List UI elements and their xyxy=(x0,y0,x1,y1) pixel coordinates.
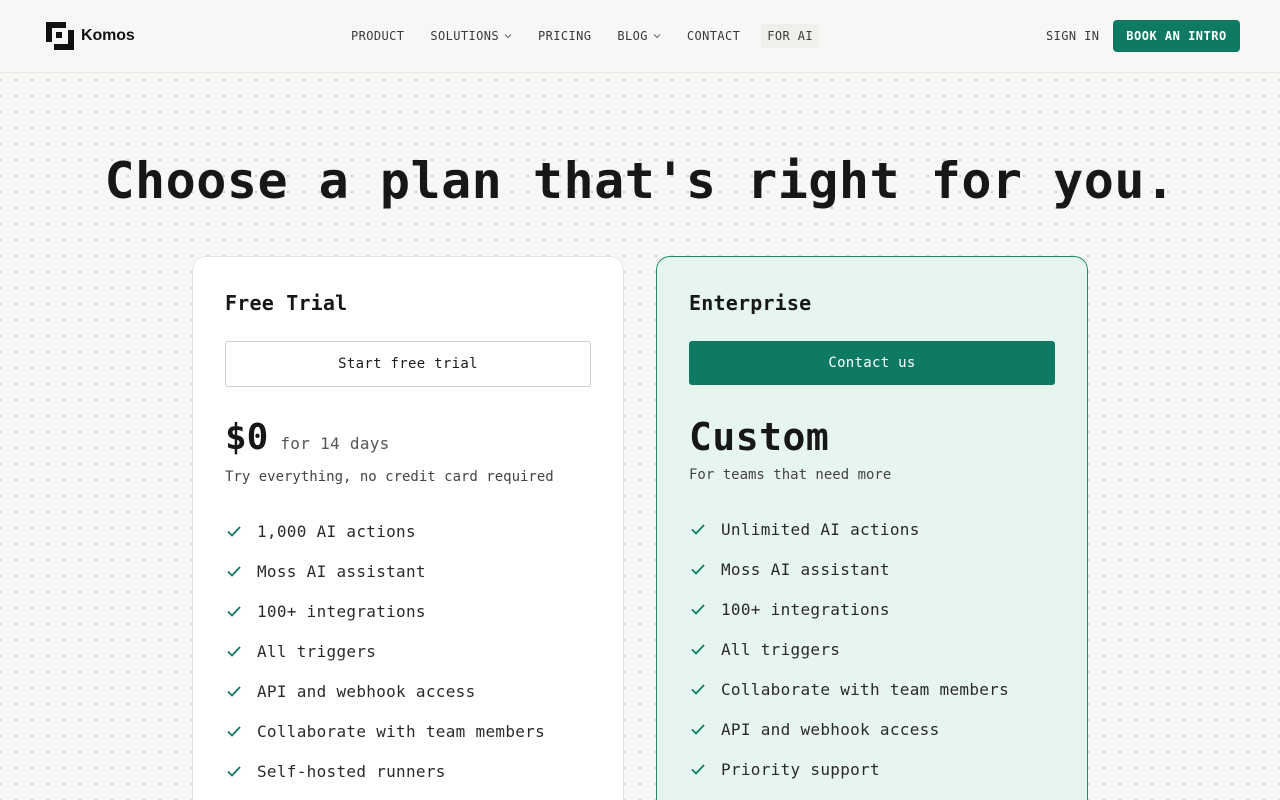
nav-item-for-ai[interactable]: FOR AI xyxy=(761,24,819,48)
site-header: Komos PRODUCT SOLUTIONS PRICING BLOG CON… xyxy=(0,0,1280,73)
feature-item: Collaborate with team members xyxy=(225,711,545,751)
check-icon xyxy=(691,604,705,615)
check-icon xyxy=(691,564,705,575)
page-title: Choose a plan that's right for you. xyxy=(104,152,1176,210)
nav-label: PRODUCT xyxy=(351,29,405,43)
feature-label: 1,000 AI actions xyxy=(257,521,416,541)
check-icon xyxy=(227,766,241,777)
book-intro-button[interactable]: BOOK AN INTRO xyxy=(1113,20,1240,52)
nav-item-solutions[interactable]: SOLUTIONS xyxy=(417,24,525,48)
check-icon xyxy=(691,724,705,735)
feature-label: Self-hosted runners xyxy=(257,761,446,781)
feature-label: Collaborate with team members xyxy=(721,679,1010,699)
plan-price: $0 xyxy=(225,417,269,458)
nav-label: SOLUTIONS xyxy=(430,29,499,43)
feature-label: All triggers xyxy=(721,639,841,659)
price-row: $0 for 14 days xyxy=(225,417,390,458)
check-icon xyxy=(691,684,705,695)
brand-name: Komos xyxy=(81,27,135,44)
feature-item: Collaborate with team members xyxy=(689,669,1009,709)
nav-item-product[interactable]: PRODUCT xyxy=(338,24,417,48)
feature-item: 1,000 AI actions xyxy=(225,511,545,551)
feature-item: Moss AI assistant xyxy=(225,551,545,591)
chevron-down-icon xyxy=(653,34,661,39)
nav-label: BLOG xyxy=(617,29,648,43)
chevron-down-icon xyxy=(504,34,512,39)
check-icon xyxy=(227,726,241,737)
main-nav: PRODUCT SOLUTIONS PRICING BLOG CONTACT F… xyxy=(338,24,819,48)
check-icon xyxy=(227,686,241,697)
check-icon xyxy=(227,566,241,577)
feature-item: API and webhook access xyxy=(225,671,545,711)
nav-label: FOR AI xyxy=(767,29,813,43)
feature-label: Moss AI assistant xyxy=(257,561,426,581)
check-icon xyxy=(691,644,705,655)
nav-item-pricing[interactable]: PRICING xyxy=(525,24,604,48)
feature-item: Self-hosted runners xyxy=(225,751,545,791)
brand-logo[interactable]: Komos xyxy=(46,22,135,50)
feature-label: API and webhook access xyxy=(721,719,940,739)
start-free-trial-button[interactable]: Start free trial xyxy=(225,341,591,387)
feature-label: 100+ integrations xyxy=(721,599,890,619)
feature-label: Moss AI assistant xyxy=(721,559,890,579)
feature-label: Priority support xyxy=(721,759,880,779)
contact-us-button[interactable]: Contact us xyxy=(689,341,1055,385)
plan-price: Custom xyxy=(689,415,830,459)
feature-label: 100+ integrations xyxy=(257,601,426,621)
plan-card-free-trial: Free Trial Start free trial $0 for 14 da… xyxy=(192,256,624,800)
feature-list: 1,000 AI actions Moss AI assistant 100+ … xyxy=(225,511,545,791)
plan-name: Free Trial xyxy=(225,291,348,315)
feature-label: All triggers xyxy=(257,641,377,661)
check-icon xyxy=(227,606,241,617)
nav-item-contact[interactable]: CONTACT xyxy=(674,24,753,48)
plan-description: Try everything, no credit card required xyxy=(225,469,554,485)
check-icon xyxy=(227,526,241,537)
plan-description: For teams that need more xyxy=(689,467,892,483)
feature-label: Collaborate with team members xyxy=(257,721,546,741)
nav-item-blog[interactable]: BLOG xyxy=(604,24,674,48)
feature-item: Moss AI assistant xyxy=(689,549,1009,589)
check-icon xyxy=(691,764,705,775)
feature-item: API and webhook access xyxy=(689,709,1009,749)
plan-name: Enterprise xyxy=(689,291,812,315)
nav-label: CONTACT xyxy=(686,29,741,43)
check-icon xyxy=(691,524,705,535)
feature-item: All triggers xyxy=(689,629,1009,669)
plan-card-enterprise: Enterprise Contact us Custom For teams t… xyxy=(656,256,1088,800)
price-period: for 14 days xyxy=(280,434,390,453)
feature-item: Unlimited AI actions xyxy=(689,509,1009,549)
feature-list: Unlimited AI actions Moss AI assistant 1… xyxy=(689,509,1009,789)
feature-label: Unlimited AI actions xyxy=(721,519,920,539)
feature-item: Priority support xyxy=(689,749,1009,789)
feature-label: API and webhook access xyxy=(257,681,476,701)
check-icon xyxy=(227,646,241,657)
feature-item: 100+ integrations xyxy=(225,591,545,631)
sign-in-link[interactable]: SIGN IN xyxy=(1036,24,1109,48)
feature-item: 100+ integrations xyxy=(689,589,1009,629)
nav-label: PRICING xyxy=(538,29,592,43)
feature-item: All triggers xyxy=(225,631,545,671)
komos-logo-icon xyxy=(46,22,74,50)
